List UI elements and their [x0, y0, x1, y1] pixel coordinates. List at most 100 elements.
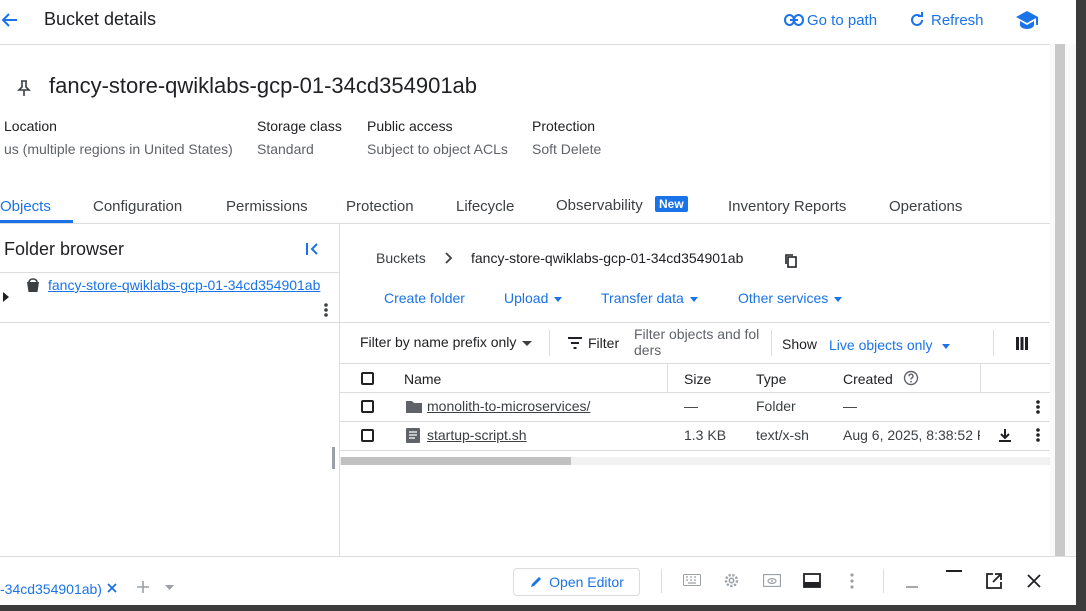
- column-size[interactable]: Size: [684, 371, 711, 387]
- top-bar: Bucket details Go to path Refresh: [0, 0, 1050, 45]
- info-public-access: Public access Subject to object ACLs: [367, 118, 508, 157]
- transfer-data-button[interactable]: Transfer data: [601, 290, 698, 306]
- folder-tree-divider: [0, 322, 339, 323]
- folder-icon: [406, 401, 422, 413]
- info-value: us (multiple regions in United States): [4, 141, 233, 157]
- minimize-icon[interactable]: [905, 585, 919, 589]
- select-all-checkbox[interactable]: [361, 372, 374, 385]
- upload-label: Upload: [504, 290, 549, 306]
- more-vert-icon[interactable]: [323, 302, 329, 318]
- info-value: Soft Delete: [532, 141, 602, 157]
- refresh-icon: [911, 12, 923, 26]
- expand-arrow-icon[interactable]: [2, 292, 10, 302]
- vertical-scroll-thumb[interactable]: [1055, 44, 1065, 556]
- info-label: Public access: [367, 118, 453, 134]
- column-created[interactable]: Created: [843, 371, 893, 387]
- row-size: 1.3 KB: [684, 427, 727, 443]
- more-options-icon[interactable]: [849, 573, 855, 589]
- web-preview-icon[interactable]: [763, 574, 781, 587]
- breadcrumb-buckets[interactable]: Buckets: [376, 250, 426, 266]
- dropdown-arrow-icon: [522, 340, 533, 346]
- prefix-filter-label: Filter by name prefix only: [360, 334, 517, 350]
- go-to-path-button[interactable]: Go to path: [784, 10, 877, 30]
- learn-icon[interactable]: [1015, 9, 1039, 31]
- copy-icon[interactable]: [784, 253, 798, 268]
- column-name[interactable]: Name: [404, 371, 441, 387]
- info-location: Location us (multiple regions in United …: [4, 118, 233, 157]
- filter-input[interactable]: Filter objects and fol ders: [634, 326, 759, 358]
- help-icon[interactable]: [903, 370, 919, 386]
- row-name-link[interactable]: monolith-to-microservices/: [427, 398, 590, 414]
- upload-button[interactable]: Upload: [504, 290, 563, 306]
- download-icon[interactable]: [998, 428, 1012, 443]
- prefix-filter-select[interactable]: Filter by name prefix only: [360, 334, 533, 350]
- chevron-down-icon: [834, 296, 843, 302]
- row-size: —: [684, 398, 698, 414]
- row-more-icon[interactable]: [1035, 400, 1041, 416]
- tab-inventory-reports[interactable]: Inventory Reports: [728, 198, 846, 215]
- filter-label: Filter: [588, 335, 620, 351]
- tab-dropdown-icon[interactable]: [165, 585, 174, 591]
- horizontal-scroll-thumb[interactable]: [341, 457, 571, 465]
- window-edge: [1076, 0, 1086, 611]
- tab-operations[interactable]: Operations: [889, 198, 962, 215]
- live-objects-select[interactable]: Live objects only: [829, 337, 950, 353]
- restore-icon[interactable]: [945, 569, 963, 575]
- info-storage-class: Storage class Standard: [257, 118, 342, 157]
- collapse-panel-icon[interactable]: [304, 241, 320, 257]
- column-type[interactable]: Type: [756, 371, 786, 387]
- info-label: Storage class: [257, 118, 342, 134]
- refresh-label: Refresh: [931, 11, 984, 29]
- keyboard-icon[interactable]: [683, 574, 701, 586]
- breadcrumb-current: fancy-store-qwiklabs-gcp-01-34cd354901ab: [471, 250, 744, 266]
- other-services-label: Other services: [738, 290, 829, 306]
- tab-protection[interactable]: Protection: [346, 198, 414, 215]
- close-tab-icon[interactable]: [107, 583, 117, 593]
- gear-icon[interactable]: [723, 572, 740, 589]
- filter-placeholder-line2: ders: [634, 342, 662, 358]
- pin-icon[interactable]: [17, 79, 31, 97]
- tab-lifecycle[interactable]: Lifecycle: [456, 198, 514, 215]
- row-created: Aug 6, 2025, 8:38:52 P: [843, 427, 980, 443]
- other-services-button[interactable]: Other services: [738, 290, 843, 306]
- pane-resize-handle[interactable]: [332, 447, 335, 469]
- show-separator: [771, 330, 772, 356]
- transfer-data-label: Transfer data: [601, 290, 684, 306]
- filter-placeholder-line1: Filter objects and fol: [634, 326, 760, 342]
- row-more-icon[interactable]: [1035, 428, 1041, 444]
- terminal-panel-icon[interactable]: [803, 573, 821, 588]
- filter-icon: [568, 337, 582, 349]
- file-icon: [406, 428, 420, 443]
- create-folder-button[interactable]: Create folder: [384, 290, 465, 306]
- tab-configuration[interactable]: Configuration: [93, 198, 182, 215]
- row-name-link[interactable]: startup-script.sh: [427, 427, 527, 443]
- table-row: monolith-to-microservices/ — Folder —: [340, 393, 1050, 421]
- shell-tab-label[interactable]: -34cd354901ab): [0, 581, 102, 597]
- row-checkbox[interactable]: [361, 429, 374, 442]
- cloud-shell-bar: -34cd354901ab) Open Editor: [0, 557, 1076, 605]
- refresh-button[interactable]: Refresh: [909, 10, 984, 30]
- tab-permissions[interactable]: Permissions: [226, 198, 308, 215]
- table-header: Name Size Type Created: [340, 364, 1050, 393]
- toolbar-separator: [883, 569, 884, 593]
- info-value: Subject to object ACLs: [367, 141, 508, 157]
- close-icon[interactable]: [1027, 574, 1041, 588]
- open-editor-button[interactable]: Open Editor: [513, 568, 640, 596]
- column-display-icon[interactable]: [1015, 337, 1029, 350]
- row-type: text/x-sh: [756, 427, 809, 443]
- info-value: Standard: [257, 141, 314, 157]
- row-checkbox[interactable]: [361, 400, 374, 413]
- tree-item-bucket[interactable]: fancy-store-qwiklabs-gcp-01-34cd354901ab: [48, 277, 320, 293]
- bucket-name: fancy-store-qwiklabs-gcp-01-34cd354901ab: [49, 73, 478, 98]
- tab-observability[interactable]: Observability: [556, 197, 643, 214]
- breadcrumb-chevron-icon: [445, 252, 453, 264]
- tab-objects[interactable]: Objects: [0, 198, 51, 215]
- back-arrow-icon[interactable]: [0, 10, 20, 30]
- filter-bar-top-divider: [340, 322, 1050, 323]
- folder-browser-title: Folder browser: [4, 239, 125, 259]
- open-new-window-icon[interactable]: [985, 572, 1003, 590]
- add-tab-icon[interactable]: [136, 580, 150, 594]
- column-divider: [980, 364, 981, 393]
- link-icon: [784, 14, 804, 26]
- window-bottom-edge: [0, 605, 1086, 611]
